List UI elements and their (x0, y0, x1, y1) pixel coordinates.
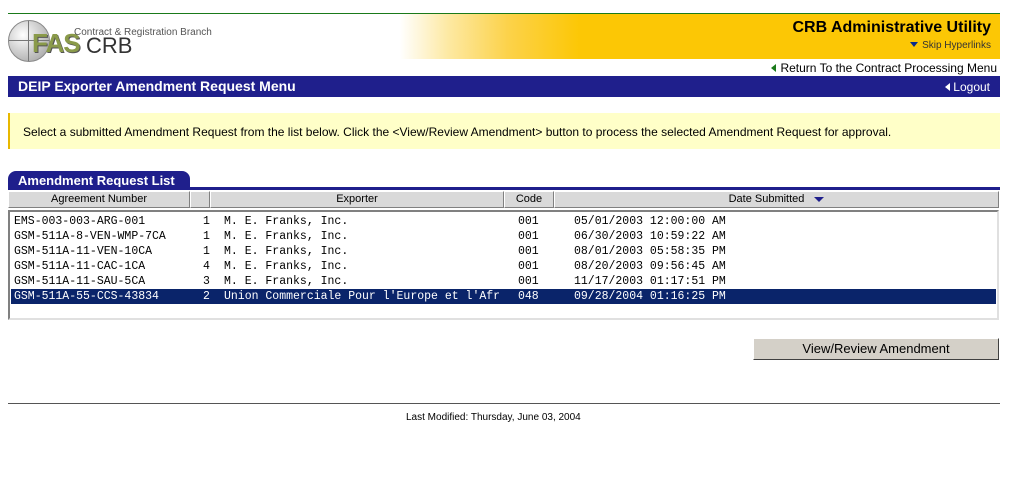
footer-rule (8, 403, 1000, 404)
logout-link[interactable]: Logout (945, 80, 990, 94)
fas-crb-logo: FAS CRB Contract & Registration Branch (8, 18, 248, 64)
list-cell-agreement: GSM-511A-55-CCS-43834 (14, 290, 159, 303)
column-header-exporter[interactable]: Exporter (210, 191, 504, 208)
list-cell-date: 11/17/2003 01:17:51 PM (574, 275, 726, 288)
list-item[interactable]: GSM-511A-55-CCS-43834 2 Union Commerciale … (11, 289, 996, 304)
amendment-request-listbox[interactable]: EMS-003-003-ARG-001 1 M. E. Franks, Inc. 00… (8, 210, 999, 320)
app-title: CRB Administrative Utility (792, 19, 991, 36)
list-cell-exporter: M. E. Franks, Inc. (224, 275, 349, 288)
tab-label: Amendment Request List (18, 173, 175, 188)
list-cell-code: 001 (518, 215, 539, 228)
view-review-button-label: View/Review Amendment (802, 341, 950, 356)
list-cell-exporter: M. E. Franks, Inc. (224, 260, 349, 273)
logo-subtitle: Contract & Registration Branch (74, 27, 212, 38)
list-cell-agreement: GSM-511A-11-SAU-5CA (14, 275, 146, 288)
list-cell-date: 05/01/2003 12:00:00 AM (574, 215, 726, 228)
instruction-text: Select a submitted Amendment Request fro… (23, 125, 892, 139)
list-item[interactable]: GSM-511A-11-VEN-10CA 1 M. E. Franks, Inc. 0… (11, 244, 996, 259)
return-to-contract-menu-link[interactable]: Return To the Contract Processing Menu (771, 61, 997, 75)
list-cell-number: 3 (203, 275, 210, 288)
instruction-panel: Select a submitted Amendment Request fro… (8, 113, 1000, 149)
last-modified-text: Last Modified: Thursday, June 03, 2004 (406, 412, 581, 423)
list-cell-date: 08/20/2003 09:56:45 AM (574, 260, 726, 273)
list-cell-agreement: EMS-003-003-ARG-001 (14, 215, 146, 228)
list-cell-code: 001 (518, 230, 539, 243)
triangle-left-icon (945, 83, 951, 91)
column-header-label: Code (515, 193, 543, 205)
list-item[interactable]: GSM-511A-11-CAC-1CA 4 M. E. Franks, Inc. 00… (11, 259, 996, 274)
return-link-label: Return To the Contract Processing Menu (780, 61, 997, 75)
list-cell-exporter: M. E. Franks, Inc. (224, 230, 349, 243)
page-title: DEIP Exporter Amendment Request Menu (18, 78, 296, 94)
list-item[interactable]: GSM-511A-11-SAU-5CA 3 M. E. Franks, Inc. 00… (11, 274, 996, 289)
list-cell-exporter: Union Commerciale Pour l'Europe et l'Afr (224, 290, 501, 303)
list-cell-exporter: M. E. Franks, Inc. (224, 245, 349, 258)
list-cell-date: 06/30/2003 10:59:22 AM (574, 230, 726, 243)
skip-hyperlinks-label: Skip Hyperlinks (922, 40, 991, 51)
list-cell-code: 001 (518, 275, 539, 288)
list-cell-number: 4 (203, 260, 210, 273)
list-cell-number: 1 (203, 245, 210, 258)
list-cell-number: 1 (203, 230, 210, 243)
list-cell-date: 08/01/2003 05:58:35 PM (574, 245, 726, 258)
tab-underline (8, 187, 1000, 190)
menu-bar: DEIP Exporter Amendment Request Menu Log… (8, 76, 1000, 97)
column-header-date-submitted[interactable]: Date Submitted (554, 191, 999, 208)
list-cell-code: 048 (518, 290, 539, 303)
triangle-down-icon (910, 42, 919, 47)
list-cell-number: 1 (203, 215, 210, 228)
list-cell-agreement: GSM-511A-11-CAC-1CA (14, 260, 146, 273)
skip-hyperlinks-link[interactable]: Skip Hyperlinks (910, 40, 991, 51)
list-cell-agreement: GSM-511A-11-VEN-10CA (14, 245, 153, 258)
list-cell-code: 001 (518, 260, 539, 273)
list-cell-date: 09/28/2004 01:16:25 PM (574, 290, 726, 303)
column-header-number[interactable] (190, 191, 210, 208)
list-cell-code: 001 (518, 245, 539, 258)
list-cell-number: 2 (203, 290, 210, 303)
logout-label: Logout (953, 80, 990, 94)
column-header-label: Exporter (336, 193, 378, 205)
list-cell-exporter: M. E. Franks, Inc. (224, 215, 349, 228)
column-header-label: Date Submitted (728, 193, 805, 205)
column-header-code[interactable]: Code (504, 191, 554, 208)
logo-fas-text: FAS (32, 28, 81, 58)
list-cell-agreement: GSM-511A-8-VEN-WMP-7CA (14, 230, 166, 243)
list-item[interactable]: GSM-511A-8-VEN-WMP-7CA 1 M. E. Franks, Inc… (11, 229, 996, 244)
list-item[interactable]: EMS-003-003-ARG-001 1 M. E. Franks, Inc. 00… (11, 214, 996, 229)
column-header-agreement-number[interactable]: Agreement Number (8, 191, 190, 208)
sort-descending-icon (814, 197, 825, 202)
column-header-label: Agreement Number (51, 193, 147, 205)
triangle-left-icon (771, 64, 777, 72)
view-review-amendment-button[interactable]: View/Review Amendment (753, 338, 999, 360)
